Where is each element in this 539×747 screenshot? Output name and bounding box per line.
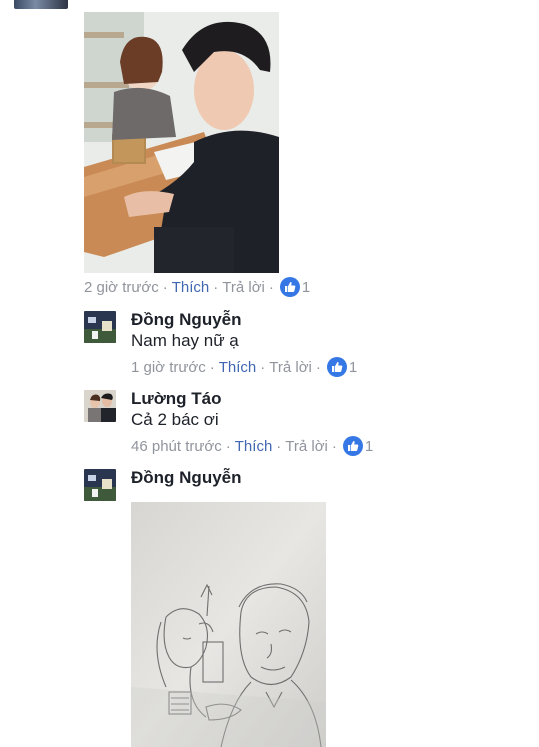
separator: · [260,358,266,376]
comment-time[interactable]: 2 giờ trước [84,279,159,296]
separator: · [213,278,219,296]
separator: · [315,358,321,376]
separator: · [209,358,215,376]
avatar[interactable] [84,469,116,501]
avatar[interactable] [84,311,116,343]
separator: · [225,437,231,455]
comment-photo-selfie[interactable] [84,12,279,273]
comment-author[interactable]: Đồng Nguyễn [131,310,242,330]
separator: · [331,437,337,455]
selfie-photo-image [84,12,279,273]
like-count[interactable]: 1 [349,359,357,376]
reply-button[interactable]: Trả lời [285,438,328,455]
comment-time[interactable]: 46 phút trước [131,438,222,455]
sketch-photo-image [131,502,326,747]
comment-meta-row: 46 phút trước · Thích · Trả lời · 1 [131,435,373,457]
thumbs-up-icon[interactable] [326,357,347,377]
avatar-image [84,390,116,422]
like-count[interactable]: 1 [302,279,310,296]
separator: · [276,437,282,455]
thumbs-up-icon[interactable] [342,436,363,456]
comment-photo-sketch[interactable] [131,502,326,747]
separator: · [268,278,274,296]
avatar-image [84,311,116,343]
comment-author[interactable]: Lường Táo [131,389,222,409]
top-avatar-crop[interactable] [14,0,68,9]
reply-button[interactable]: Trả lời [222,279,265,296]
comment-time[interactable]: 1 giờ trước [131,359,206,376]
like-button[interactable]: Thích [219,359,257,376]
like-button[interactable]: Thích [172,279,210,296]
comment-text: Nam hay nữ ạ [131,331,239,350]
avatar-image [84,469,116,501]
comment-text: Cả 2 bác ơi [131,410,219,429]
reply-button[interactable]: Trả lời [269,359,312,376]
thumbs-up-icon[interactable] [279,277,300,297]
comment-author[interactable]: Đồng Nguyễn [131,468,242,488]
like-count[interactable]: 1 [365,438,373,455]
avatar[interactable] [84,390,116,422]
like-button[interactable]: Thích [235,438,273,455]
comment-meta-row: 1 giờ trước · Thích · Trả lời · 1 [131,356,357,378]
comment-meta-row: 2 giờ trước · Thích · Trả lời · 1 [84,276,310,298]
separator: · [162,278,168,296]
